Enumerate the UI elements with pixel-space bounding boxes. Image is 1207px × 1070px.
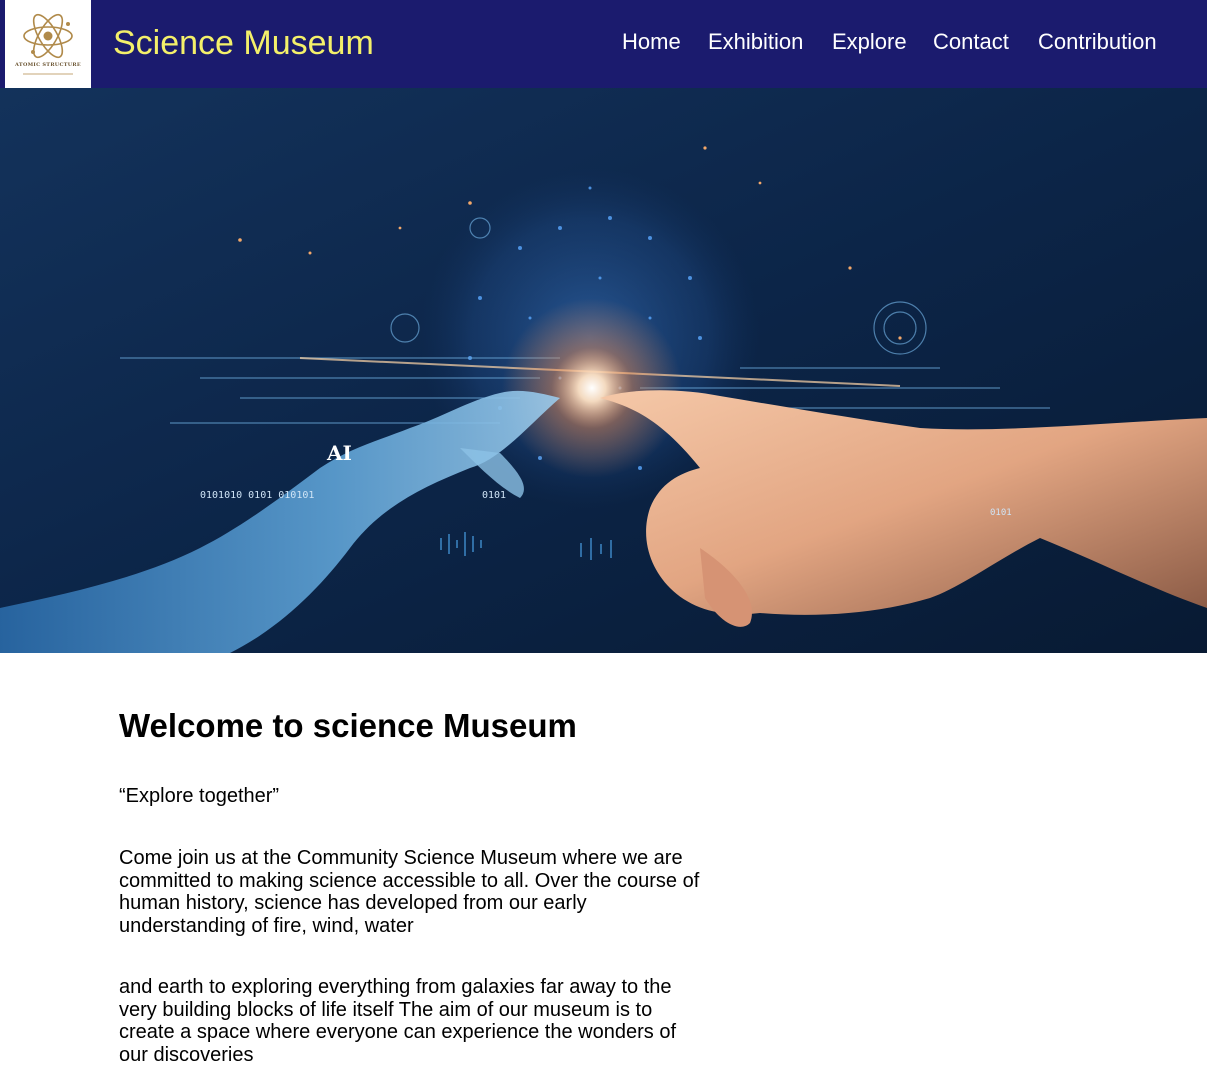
hero-binary-right: 0101 xyxy=(990,508,1012,518)
hero-ai-label: AI xyxy=(326,441,352,465)
welcome-heading: Welcome to science Museum xyxy=(119,707,577,744)
hero-binary-left: 0101010 0101 010101 xyxy=(200,490,314,501)
nav-exhibition[interactable]: Exhibition xyxy=(708,28,803,56)
intro-paragraph-1: Come join us at the Community Science Mu… xyxy=(119,847,700,937)
nav-home[interactable]: Home xyxy=(622,28,681,56)
main-content: Welcome to science Museum “Explore toget… xyxy=(119,700,709,1066)
hero-image: AI 0101010 0101 010101 0101 0101 xyxy=(0,88,1207,653)
logo-caption: ATOMIC STRUCTURE xyxy=(15,62,81,68)
intro-paragraph-2: and earth to exploring everything from g… xyxy=(119,976,677,1066)
hero-binary-mid: 0101 xyxy=(482,490,506,501)
nav-explore[interactable]: Explore xyxy=(832,28,907,56)
main-nav: Home Exhibition Explore Contact Contribu… xyxy=(0,28,1207,58)
tagline: “Explore together” xyxy=(119,785,280,807)
nav-contact[interactable]: Contact xyxy=(933,28,1009,56)
hero-banner: AI 0101010 0101 010101 0101 0101 xyxy=(0,88,1207,653)
site-header: ATOMIC STRUCTURE Science Museum Home Exh… xyxy=(0,0,1207,88)
nav-contribution[interactable]: Contribution xyxy=(1038,28,1157,56)
